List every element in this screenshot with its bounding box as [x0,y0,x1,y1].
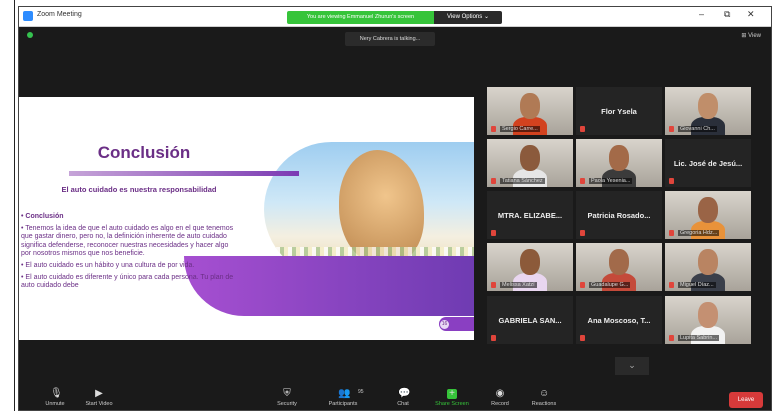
participant-face [698,302,718,328]
mic-muted-icon [669,282,674,288]
mic-muted-icon [669,126,674,132]
participant-face [609,145,629,171]
participant-tile[interactable]: Guadalupe G... [576,243,662,291]
video-off-icon: ▶ [95,388,103,399]
participant-tile[interactable]: MTRA. ELIZABE... [487,191,573,239]
mic-muted-icon [580,178,585,184]
slide-bullet: • Tenemos la idea de que el auto cuidado… [21,224,234,258]
app-title: Zoom Meeting [37,11,82,18]
maximize-icon[interactable]: ⧉ [724,9,730,20]
participant-tile[interactable]: Lic. José de Jesú... [665,139,751,187]
meeting-toolbar: 🎙 Unmute ▶ Start Video ⛨ Security 👥 Part… [19,385,771,410]
close-icon[interactable]: ✕ [747,9,755,20]
slide-subtitle: El auto cuidado es nuestra responsabilid… [61,185,217,194]
microphone-muted-icon: 🎙 [50,388,63,399]
slide-bullet: • El auto cuidado es diferente y único p… [21,273,234,290]
participant-name: MTRA. ELIZABE... [497,210,563,220]
reactions-label: Reactions [531,401,557,407]
start-video-button[interactable]: ▶ Start Video [71,385,127,410]
mic-muted-icon [669,230,674,236]
connection-status-icon[interactable] [27,32,33,38]
participant-tile[interactable]: Gregoria Hdz... [665,191,751,239]
record-icon: ◉ [495,388,505,399]
view-button[interactable]: ⊞ View [741,32,761,39]
participant-name: Miguel Díaz... [678,282,716,288]
participant-tile[interactable]: GABRIELA SAN... [487,296,573,344]
participant-name: Lupita Sabrin... [678,335,719,341]
participant-name: Paola Yesenia... [589,178,633,184]
mic-muted-icon [491,178,496,184]
mic-muted-icon [491,282,496,288]
participant-tile[interactable]: Patricia Rosado... [576,191,662,239]
participant-face [698,249,718,275]
mic-muted-icon [669,335,674,341]
participant-name: Patricia Rosado... [587,210,651,220]
participant-face [609,249,629,275]
participants-label: Participants [328,401,358,407]
mic-muted-icon [491,126,496,132]
mic-muted-icon [491,335,496,341]
title-underline [69,171,299,176]
mic-muted-icon [580,282,585,288]
participant-name: GABRIELA SAN... [498,315,562,325]
left-window-strip [0,0,15,411]
reactions-button[interactable]: ☺ Reactions [516,385,572,410]
share-screen-icon: + [447,389,457,399]
mic-muted-icon [669,178,674,184]
mic-muted-icon [491,230,496,236]
chat-icon: 💬 [398,388,411,399]
participant-name: Melissa Xatzí [500,282,537,288]
title-bar: Zoom Meeting You are viewing Emmanuel Zh… [19,7,771,27]
participant-face [520,93,540,119]
minimize-icon[interactable]: – [699,9,704,19]
zoom-window: Zoom Meeting You are viewing Emmanuel Zh… [18,6,772,411]
slide-bullet: • El auto cuidado es un hábito y una cul… [21,261,195,269]
participant-tile[interactable]: Miguel Díaz... [665,243,751,291]
mic-muted-icon [580,335,585,341]
participant-tile[interactable]: Tatiana Sánchez [487,139,573,187]
slide-page-number: 16 [440,320,449,329]
zoom-logo-icon [23,11,33,21]
participants-count: 95 [358,389,364,395]
participant-name: Ana Moscoso, T... [587,315,651,325]
chat-button[interactable]: 💬 Chat [375,385,431,410]
participant-tile[interactable]: Sergio Carre... [487,87,573,135]
talking-indicator: Nery Cabrera is talking... [345,32,435,46]
participant-name: Gregoria Hdz... [678,230,720,236]
chat-label: Chat [397,401,409,407]
shared-slide: 16 Conclusión El auto cuidado es nuestra… [19,97,474,340]
participant-name: Guadalupe G... [589,282,631,288]
mic-muted-icon [580,126,585,132]
participant-name: Sergio Carre... [500,126,540,132]
leave-button[interactable]: Leave [729,392,763,408]
participant-face [520,249,540,275]
participant-tile[interactable]: Flor Ysela [576,87,662,135]
shield-icon: ⛨ [283,388,291,399]
participant-face [520,145,540,171]
start-video-label: Start Video [85,401,113,407]
participant-name: Giovanni Ch... [678,126,717,132]
reactions-icon: ☺ [539,388,550,399]
participant-face [698,93,718,119]
participant-face [698,197,718,223]
participant-tile[interactable]: Giovanni Ch... [665,87,751,135]
security-button[interactable]: ⛨ Security [259,385,315,410]
slide-body: • Conclusión • Tenemos la idea de que el… [21,213,236,294]
participant-name: Flor Ysela [601,106,637,116]
participant-tile[interactable]: Melissa Xatzí [487,243,573,291]
participant-tile[interactable]: Paola Yesenia... [576,139,662,187]
participant-tile[interactable]: Ana Moscoso, T... [576,296,662,344]
participant-tile[interactable]: Lupita Sabrin... [665,296,751,344]
slide-bullet: • Conclusión [21,213,64,220]
slide-title: Conclusión [97,143,191,162]
participant-name: Lic. José de Jesú... [673,158,743,168]
view-options-button[interactable]: View Options ⌄ [434,11,502,24]
mic-muted-icon [580,230,585,236]
participants-icon: 👥 [338,388,351,399]
sharing-banner: You are viewing Emmanuel Zhurun's screen [287,11,434,24]
chevron-down-icon[interactable]: ⌄ [615,357,649,375]
security-label: Security [277,401,297,407]
participant-name: Tatiana Sánchez [500,178,545,184]
